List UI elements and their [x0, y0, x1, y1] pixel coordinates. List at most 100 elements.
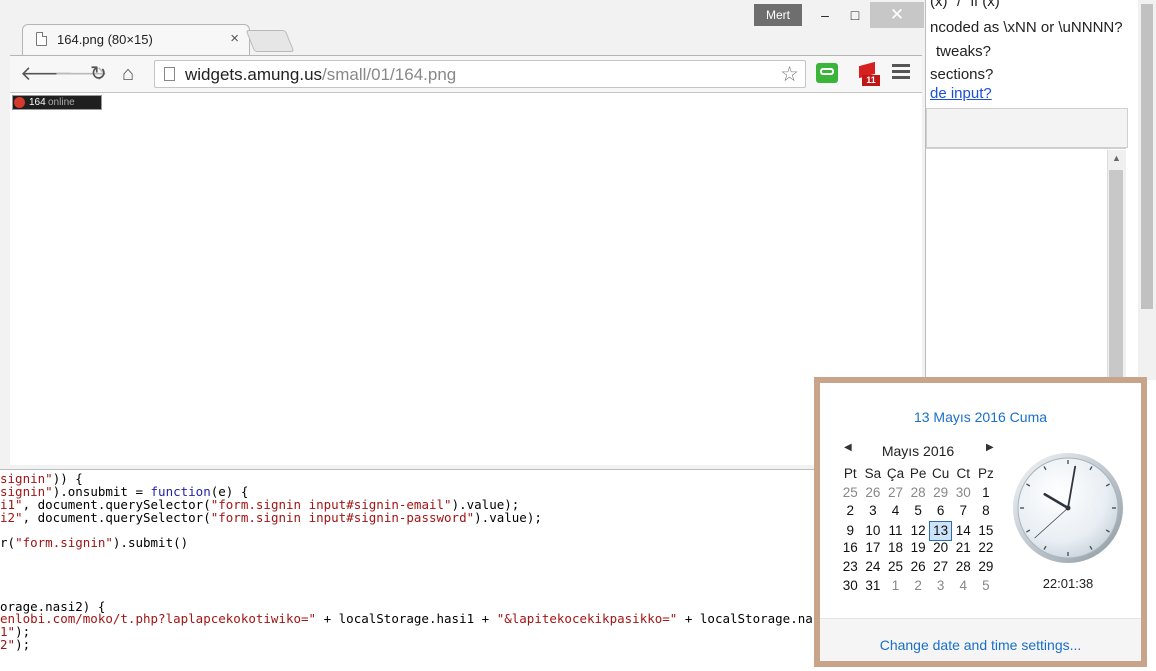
browser-toolbar: 🡐 🡒 ↻ ⌂ widgets.amung.us/small/01/164.pn… — [10, 55, 922, 93]
calendar-day[interactable]: 29 — [975, 558, 998, 576]
prev-month-icon[interactable]: ◀ — [844, 442, 852, 453]
analog-clock-icon — [1013, 453, 1123, 563]
calendar-day[interactable]: 27 — [929, 558, 952, 576]
reload-icon[interactable]: ↻ — [90, 63, 107, 85]
profile-badge[interactable]: Mert — [754, 4, 802, 26]
tab-close-icon[interactable]: × — [230, 30, 239, 47]
calendar-day[interactable]: 1 — [884, 577, 907, 595]
calendar-week-row: 23 24 25 26 27 28 29 — [839, 558, 997, 577]
bg-textarea-scroll-thumb[interactable] — [1109, 170, 1123, 380]
bg-input-box[interactable] — [926, 108, 1128, 148]
calendar-day[interactable]: 2 — [839, 502, 862, 520]
extension-green-icon[interactable] — [816, 63, 838, 83]
next-month-icon[interactable]: ▶ — [986, 442, 994, 453]
calendar-day[interactable]: 29 — [929, 484, 952, 502]
calendar-day[interactable]: 16 — [839, 539, 862, 557]
calendar-day[interactable]: 10 — [862, 522, 885, 540]
calendar-day[interactable]: 26 — [907, 558, 930, 576]
scroll-up-arrow-icon[interactable]: ▲ — [1112, 153, 1121, 163]
calendar-day[interactable]: 31 — [862, 577, 885, 595]
code-token: + localStorage.nasi — [677, 611, 828, 626]
calendar-day[interactable]: 25 — [884, 558, 907, 576]
bg-link[interactable]: de input? — [930, 85, 992, 102]
extension-badge: 11 — [862, 75, 880, 86]
calendar-day[interactable]: 27 — [884, 484, 907, 502]
menu-hamburger-icon[interactable] — [892, 64, 910, 82]
weekday-label: Cu — [932, 466, 950, 481]
code-token: enlobi.com/moko/t.php?laplapcekokotiwiko… — [0, 611, 317, 626]
calendar-day[interactable]: 4 — [952, 577, 975, 595]
calendar-day[interactable]: 1 — [975, 484, 998, 502]
calendar-day[interactable]: 9 — [839, 522, 862, 540]
month-label[interactable]: Mayıs 2016 — [852, 443, 984, 459]
code-token: r( — [0, 535, 16, 550]
calendar-week-row: 30 31 1 2 3 4 5 — [839, 577, 997, 596]
calendar-week-row: 25 26 27 28 29 30 1 — [839, 484, 997, 503]
code-token: + localStorage.hasi1 + — [316, 611, 497, 626]
code-token: "&lapitekocekikpasikko=" — [496, 611, 678, 626]
code-token: , document.querySelector( — [22, 510, 211, 525]
clock-calendar-flyout: 13 Mayıs 2016 Cuma ◀ Mayıs 2016 ▶ Pt Sa Ça… — [814, 377, 1147, 667]
widget-count: 164 — [29, 97, 46, 108]
calendar-day[interactable]: 19 — [907, 539, 930, 557]
calendar-day[interactable]: 22 — [975, 539, 998, 557]
calendar-day[interactable]: 15 — [975, 522, 998, 540]
clock-time: 22:01:38 — [1042, 576, 1094, 591]
bg-text-line: ncoded as \xNN or \uNNNN? — [930, 19, 1123, 36]
calendar-day[interactable]: 30 — [839, 577, 862, 595]
calendar-day[interactable]: 23 — [839, 558, 862, 576]
calendar-day[interactable]: 12 — [907, 522, 930, 540]
code-line: 2"); — [0, 638, 30, 651]
calendar-day[interactable]: 21 — [952, 539, 975, 557]
bookmark-star-icon[interactable]: ☆ — [780, 62, 799, 87]
calendar-day[interactable]: 4 — [884, 502, 907, 520]
weekday-header-row: Pt Sa Ça Pe Cu Ct Pz — [839, 465, 997, 484]
browser-window: 164.png (80×15) × Mert – □ ✕ 🡐 🡒 ↻ ⌂ wid… — [0, 0, 926, 470]
calendar-day[interactable]: 18 — [884, 539, 907, 557]
calendar-day[interactable]: 28 — [952, 558, 975, 576]
close-window-button[interactable]: ✕ — [870, 2, 924, 28]
code-token: ).value); — [474, 510, 542, 525]
calendar-day[interactable]: 28 — [907, 484, 930, 502]
full-date-link[interactable]: 13 Mayıs 2016 Cuma — [820, 409, 1141, 425]
url-text[interactable]: widgets.amung.us/small/01/164.png — [185, 65, 456, 85]
calendar-day[interactable]: 7 — [952, 502, 975, 520]
calendar-day[interactable]: 20 — [929, 539, 952, 557]
calendar-grid: Pt Sa Ça Pe Cu Ct Pz 25 26 27 28 29 30 1 2 3 4 5 6 7 8 9 10 11 1… — [839, 465, 997, 595]
bg-textarea[interactable] — [926, 148, 1126, 381]
calendar-day[interactable]: 2 — [907, 577, 930, 595]
calendar-day[interactable]: 5 — [975, 577, 998, 595]
page-icon — [36, 32, 47, 46]
url-host: widgets.amung.us — [185, 65, 323, 84]
code-line: i2", document.querySelector("form.signin… — [0, 511, 542, 524]
calendar-day[interactable]: 14 — [952, 522, 975, 540]
weekday-label: Pe — [909, 466, 927, 481]
calendar-day[interactable]: 6 — [929, 502, 952, 520]
calendar-day[interactable]: 5 — [907, 502, 930, 520]
minimize-button[interactable]: – — [810, 2, 840, 28]
calendar-day[interactable]: 3 — [929, 577, 952, 595]
calendar-day[interactable]: 24 — [862, 558, 885, 576]
code-token: ).submit() — [112, 535, 189, 550]
calendar-day[interactable]: 17 — [862, 539, 885, 557]
calendar-day[interactable]: 8 — [975, 502, 998, 520]
page-scroll-thumb[interactable] — [1141, 4, 1153, 309]
calendar-week-row: 9 10 11 12 13 14 15 — [839, 520, 998, 541]
calendar-day[interactable]: 11 — [884, 522, 907, 540]
calendar-day[interactable]: 25 — [839, 484, 862, 502]
tab-title: 164.png (80×15) — [57, 32, 153, 47]
code-token: "form.signin input#signin-password" — [210, 510, 475, 525]
home-icon[interactable]: ⌂ — [122, 63, 134, 85]
weekday-label: Pz — [977, 466, 994, 481]
calendar-day[interactable]: 3 — [862, 502, 885, 520]
address-bar[interactable]: widgets.amung.us/small/01/164.png ☆ — [154, 60, 806, 88]
maximize-button[interactable]: □ — [840, 2, 870, 28]
extension-red-flag-icon[interactable]: 11 — [856, 61, 880, 86]
weekday-label: Sa — [864, 466, 882, 481]
calendar-day[interactable]: 30 — [952, 484, 975, 502]
new-tab-button[interactable] — [245, 30, 295, 52]
tab-active[interactable]: 164.png (80×15) × — [22, 24, 250, 56]
change-date-time-settings-link[interactable]: Change date and time settings... — [820, 637, 1141, 653]
calendar-day[interactable]: 26 — [862, 484, 885, 502]
calendar-day-today[interactable]: 13 — [929, 520, 952, 541]
